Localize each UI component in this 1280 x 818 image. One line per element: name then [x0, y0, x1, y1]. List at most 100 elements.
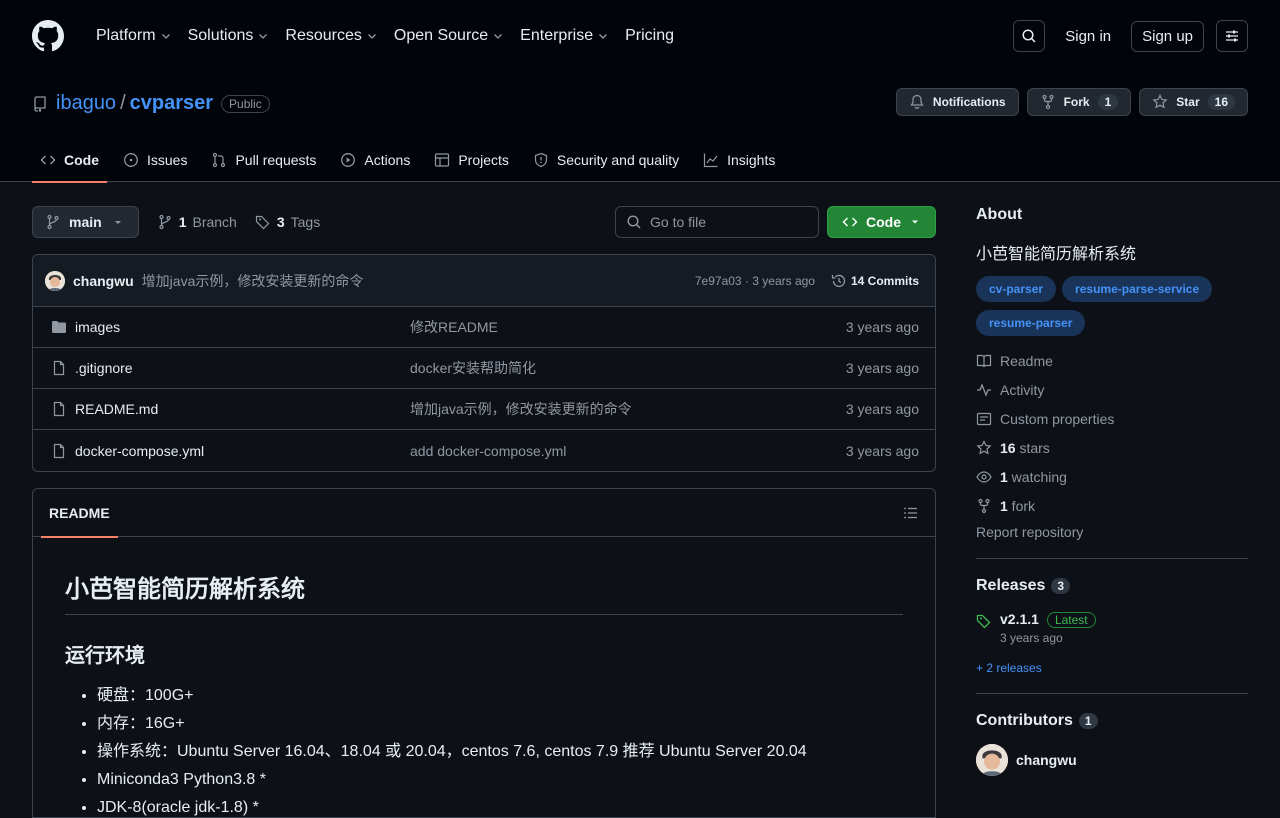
file-name[interactable]: docker-compose.yml [75, 443, 410, 459]
link-text: fork [1007, 497, 1036, 514]
contributor[interactable]: changwu [976, 744, 1248, 776]
readme-link[interactable]: Readme [976, 346, 1248, 375]
topic-tag[interactable]: resume-parser [976, 310, 1086, 336]
stars-link[interactable]: 16 stars [976, 433, 1248, 462]
code-dropdown-button[interactable]: Code [827, 206, 936, 238]
file-name[interactable]: images [75, 319, 410, 335]
readme-title: 小芭智能简历解析系统 [65, 569, 903, 615]
file-name[interactable]: README.md [75, 401, 410, 417]
topic-tag[interactable]: resume-parse-service [1062, 276, 1213, 302]
search-button[interactable] [1013, 20, 1046, 52]
custom-properties-link[interactable]: Custom properties [976, 404, 1248, 433]
file-commit-message[interactable]: add docker-compose.yml [410, 443, 566, 459]
avatar[interactable] [976, 744, 1008, 776]
divider [976, 558, 1248, 559]
latest-release[interactable]: v2.1.1 Latest 3 years ago [976, 611, 1248, 645]
link-text: watching [1007, 468, 1067, 485]
folder-icon [49, 319, 69, 335]
forks-link[interactable]: 1 fork [976, 491, 1248, 520]
latest-commit: changwu 增加java示例，修改安装更新的命令 7e97a03 · 3 y… [33, 255, 935, 307]
releases-heading[interactable]: Releases 3 [976, 577, 1248, 595]
watchers-link[interactable]: 1 watching [976, 462, 1248, 491]
file-toolbar: main 1 Branch 3 Tags Go to file Code [32, 206, 936, 238]
chevron-down-icon [259, 34, 268, 39]
tab-security[interactable]: Security and quality [525, 138, 687, 182]
file-commit-message[interactable]: 修改README [410, 317, 498, 337]
readme-content: 小芭智能简历解析系统 运行环境 硬盘：100G+ 内存：16G+ 操作系统：Ub… [33, 537, 935, 817]
nav-pricing[interactable]: Pricing [617, 16, 682, 56]
tab-actions-label: Actions [364, 152, 411, 168]
nav-enterprise[interactable]: Enterprise [512, 16, 617, 56]
nav-solutions[interactable]: Solutions [180, 16, 278, 56]
repo-icon [34, 95, 46, 112]
tab-insights[interactable]: Insights [695, 138, 783, 182]
readme-tab[interactable]: README [41, 489, 118, 538]
bell-icon [910, 94, 924, 109]
github-logo-icon[interactable] [32, 20, 64, 52]
eye-icon [976, 470, 992, 483]
repo-name-link[interactable]: cvparser [130, 92, 213, 115]
nav-resources-label: Resources [285, 27, 362, 44]
file-name[interactable]: .gitignore [75, 360, 410, 376]
tab-code-label: Code [64, 152, 99, 168]
file-age: 3 years ago [845, 360, 919, 376]
go-to-file-input[interactable]: Go to file [615, 206, 819, 238]
tab-issues[interactable]: Issues [115, 138, 195, 182]
more-releases-link[interactable]: + 2 releases [976, 661, 1248, 675]
file-commit-message[interactable]: 增加java示例，修改安装更新的命令 [410, 399, 632, 419]
play-icon [341, 153, 356, 167]
tab-pull-requests[interactable]: Pull requests [203, 138, 324, 182]
file-row[interactable]: docker-compose.yml add docker-compose.ym… [33, 430, 935, 471]
link-text: Activity [1000, 381, 1045, 398]
nav-open-source[interactable]: Open Source [386, 16, 512, 56]
avatar[interactable] [45, 270, 65, 291]
tab-pull-requests-label: Pull requests [235, 152, 317, 168]
star-button[interactable]: Star 16 [1139, 88, 1248, 116]
link-count: 1 [1000, 497, 1008, 514]
history-icon [831, 274, 846, 287]
repo-owner-link[interactable]: ibaguo [56, 92, 116, 115]
nav-platform-label: Platform [96, 27, 156, 44]
contributors-heading[interactable]: Contributors 1 [976, 712, 1248, 730]
sign-in-link[interactable]: Sign in [1057, 28, 1119, 45]
tab-projects-label: Projects [458, 152, 509, 168]
commit-message[interactable]: 增加java示例，修改安装更新的命令 [142, 271, 364, 291]
tab-code[interactable]: Code [32, 138, 107, 183]
file-icon [49, 401, 69, 417]
file-row[interactable]: .gitignore docker安装帮助简化 3 years ago [33, 348, 935, 389]
go-to-file-placeholder: Go to file [650, 214, 707, 230]
branches-link[interactable]: 1 Branch [157, 214, 237, 230]
outline-button[interactable] [903, 505, 919, 521]
tab-actions[interactable]: Actions [332, 138, 418, 182]
commit-author[interactable]: changwu [73, 273, 134, 289]
notifications-label: Notifications [932, 95, 1006, 109]
tab-projects[interactable]: Projects [426, 138, 517, 182]
activity-link[interactable]: Activity [976, 375, 1248, 404]
branch-name: main [69, 214, 102, 230]
commits-link[interactable]: 14 Commits [831, 273, 919, 289]
file-age: 3 years ago [845, 401, 919, 417]
fork-button[interactable]: Fork 1 [1026, 88, 1132, 116]
file-commit-message[interactable]: docker安装帮助简化 [410, 358, 536, 378]
nav-platform[interactable]: Platform [88, 16, 180, 56]
repo-actions: Notifications Fork 1 Star 16 [895, 88, 1248, 116]
branch-count: 1 [178, 214, 187, 230]
file-row[interactable]: images 修改README 3 years ago [33, 307, 935, 348]
fork-icon [1041, 94, 1054, 110]
report-repository-link[interactable]: Report repository [976, 524, 1248, 540]
notifications-button[interactable]: Notifications [895, 88, 1019, 116]
chevron-down-icon [494, 34, 503, 39]
global-header: Platform Solutions Resources Open Source… [0, 0, 1280, 72]
topic-tag[interactable]: cv-parser [976, 276, 1057, 302]
nav-resources[interactable]: Resources [277, 16, 385, 56]
commit-hash-time[interactable]: 7e97a03 · 3 years ago [695, 274, 815, 288]
sign-up-button[interactable]: Sign up [1131, 20, 1204, 52]
tab-security-label: Security and quality [556, 152, 680, 168]
tags-link[interactable]: 3 Tags [255, 214, 320, 230]
repo-sidebar: About 小芭智能简历解析系统 cv-parser resume-parse-… [976, 206, 1248, 776]
settings-button[interactable] [1216, 20, 1248, 52]
branch-select[interactable]: main [32, 206, 139, 238]
fork-label: Fork [1063, 95, 1090, 109]
caret-down-icon [912, 220, 918, 224]
file-row[interactable]: README.md 增加java示例，修改安装更新的命令 3 years ago [33, 389, 935, 430]
